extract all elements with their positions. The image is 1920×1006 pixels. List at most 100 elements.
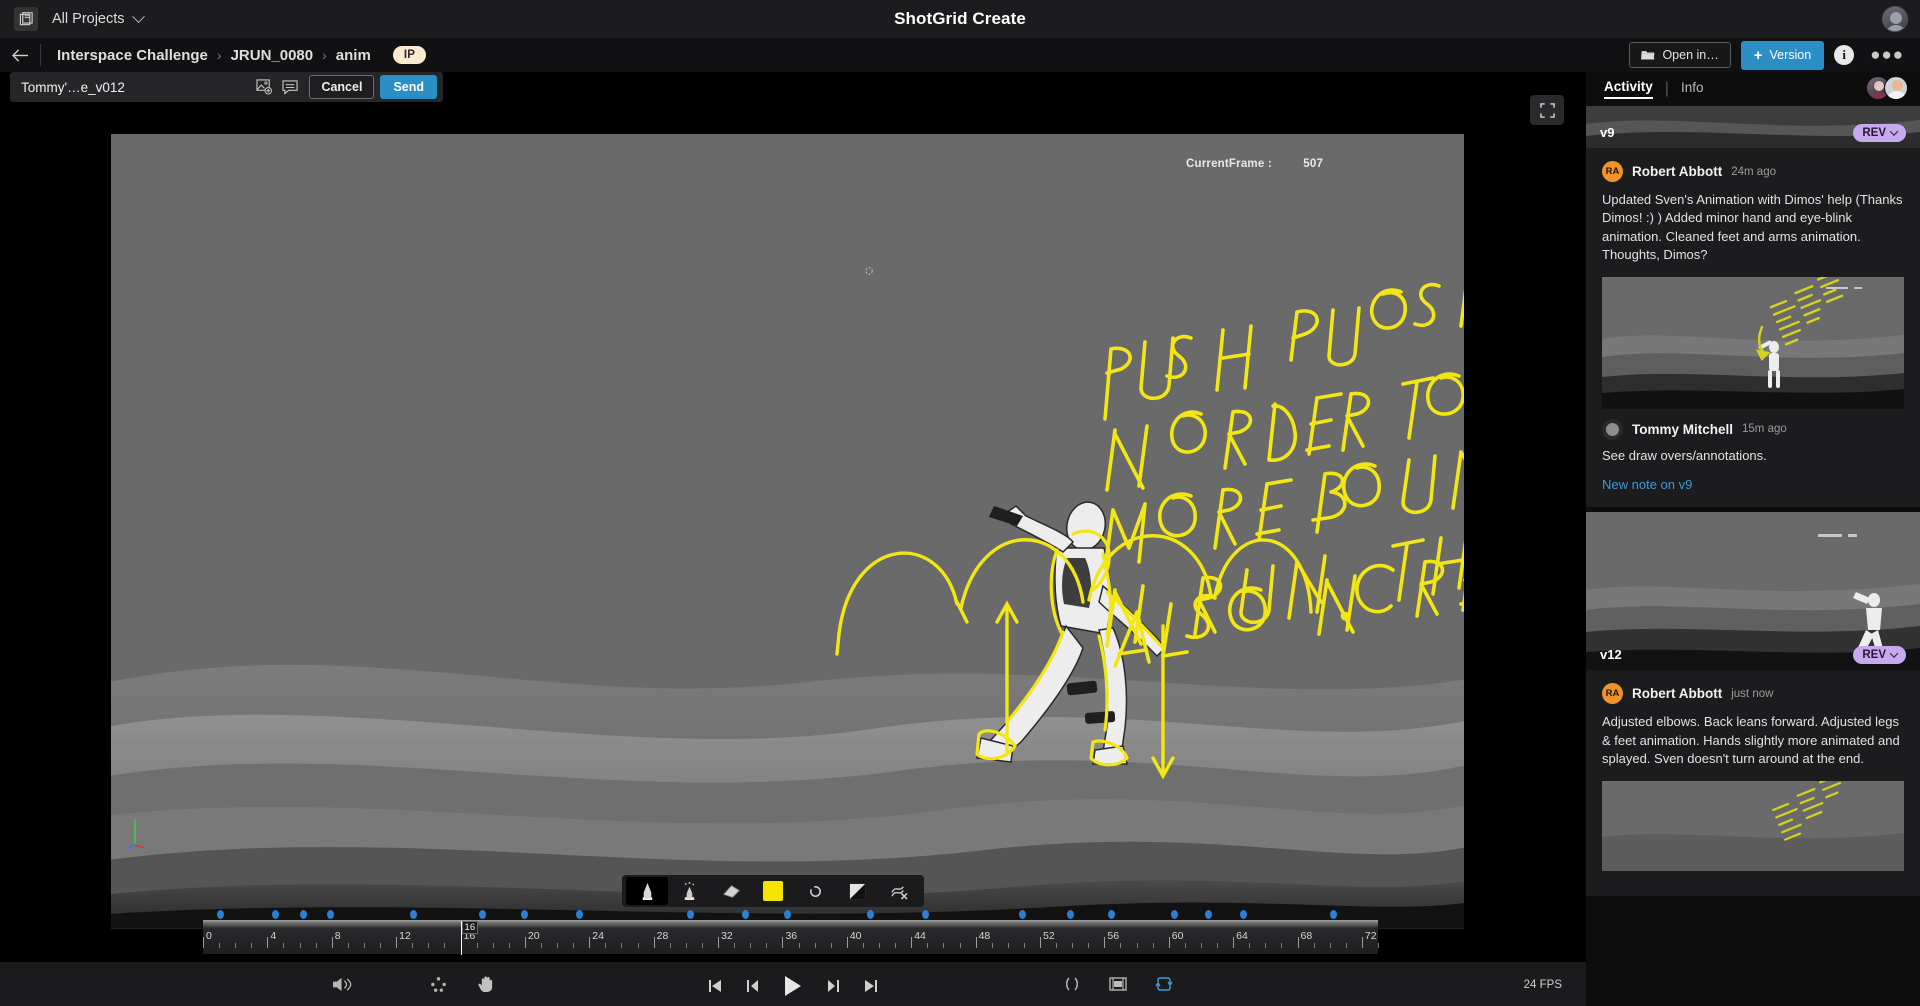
pen-tool[interactable] <box>626 877 668 905</box>
avatar[interactable] <box>1602 419 1623 440</box>
keyframe-marker[interactable] <box>1019 910 1026 919</box>
all-projects-label: All Projects <box>52 11 125 27</box>
airbrush-tool[interactable] <box>668 877 710 905</box>
keyframe-marker[interactable] <box>922 910 929 919</box>
timeline[interactable]: 04812162024283236404448525660646872 16 <box>203 908 1378 954</box>
avatar[interactable] <box>1884 76 1908 100</box>
ruler-tick-minor <box>1265 943 1266 948</box>
keyframe-marker[interactable] <box>272 910 279 919</box>
frame-fit-button[interactable] <box>1106 972 1130 996</box>
app-title: ShotGrid Create <box>0 9 1920 29</box>
back-arrow-icon <box>11 48 30 63</box>
ruler-tick-minor <box>364 943 365 948</box>
pan-button[interactable] <box>474 972 498 996</box>
open-in-button[interactable]: Open in… <box>1629 42 1730 68</box>
keyframe-track[interactable] <box>203 908 1378 920</box>
step-back-button[interactable] <box>741 974 765 998</box>
ruler-tick-minor <box>815 943 816 948</box>
keyframe-marker[interactable] <box>300 910 307 919</box>
keyframe-marker[interactable] <box>784 910 791 919</box>
points-button[interactable] <box>426 972 450 996</box>
frame-ruler[interactable]: 04812162024283236404448525660646872 16 <box>203 920 1378 954</box>
note-author[interactable]: Tommy Mitchell <box>1632 422 1733 437</box>
top-bar: All Projects ShotGrid Create <box>0 0 1920 38</box>
note-reply-header: Tommy Mitchell 15m ago <box>1602 419 1904 440</box>
play-icon <box>783 975 803 997</box>
clear-annotations-tool[interactable] <box>878 877 920 905</box>
keyframe-marker[interactable] <box>1240 910 1247 919</box>
more-options-icon[interactable]: ●●● <box>1864 45 1910 65</box>
comment-icon[interactable] <box>277 76 303 98</box>
all-projects-menu[interactable]: All Projects <box>52 11 143 27</box>
keyframe-marker[interactable] <box>576 910 583 919</box>
playback-canvas[interactable]: CurrentFrame : 507 <box>111 134 1464 929</box>
note-attachment-thumbnail[interactable] <box>1602 781 1904 871</box>
skip-to-start-button[interactable] <box>703 974 727 998</box>
projects-glyph <box>19 12 34 27</box>
add-version-button[interactable]: + Version <box>1741 41 1824 70</box>
opacity-tool[interactable] <box>836 877 878 905</box>
keyframe-marker[interactable] <box>867 910 874 919</box>
ruler-tick-minor <box>235 943 236 948</box>
avatar[interactable]: RA <box>1602 683 1623 704</box>
ruler-tick-minor <box>638 943 639 948</box>
keyframe-marker[interactable] <box>327 910 334 919</box>
add-image-icon[interactable] <box>251 76 277 98</box>
note-text: Updated Sven's Animation with Dimos' hel… <box>1602 191 1904 265</box>
note-input[interactable] <box>10 80 251 95</box>
version-thumbnail[interactable]: v9 REV <box>1586 106 1920 148</box>
keyframe-marker[interactable] <box>687 910 694 919</box>
ruler-tick-minor <box>412 943 413 948</box>
color-swatch[interactable] <box>752 877 794 905</box>
activity-card: v9 REV RA Robert Abbott 24m ago Updated … <box>1586 106 1920 507</box>
note-author[interactable]: Robert Abbott <box>1632 164 1722 179</box>
breadcrumb-item-shot[interactable]: JRUN_0080 <box>231 47 314 64</box>
breadcrumb-item-project[interactable]: Interspace Challenge <box>57 47 208 64</box>
status-badge[interactable]: IP <box>393 46 426 64</box>
ruler-tick-minor <box>1185 943 1186 948</box>
eraser-tool[interactable] <box>710 877 752 905</box>
ruler-tick-label: 52 <box>1043 930 1055 942</box>
keyframe-marker[interactable] <box>1330 910 1337 919</box>
tab-info[interactable]: Info <box>1681 80 1704 98</box>
keyframe-marker[interactable] <box>1205 910 1212 919</box>
volume-button[interactable] <box>330 972 354 996</box>
keyframe-marker[interactable] <box>479 910 486 919</box>
new-note-link[interactable]: New note on v9 <box>1602 477 1904 492</box>
back-button[interactable] <box>0 48 40 63</box>
note-composer: Cancel Send <box>10 72 443 102</box>
info-icon[interactable]: i <box>1834 45 1854 65</box>
avatar[interactable]: RA <box>1602 161 1623 182</box>
version-thumbnail[interactable]: v12 REV <box>1586 512 1920 670</box>
playhead[interactable]: 16 <box>461 921 463 955</box>
tab-activity[interactable]: Activity <box>1604 79 1653 99</box>
play-button[interactable] <box>779 972 807 1000</box>
ruler-tick-major <box>654 937 655 948</box>
note-attachment-thumbnail[interactable] <box>1602 277 1904 409</box>
keyframe-marker[interactable] <box>217 910 224 919</box>
avatar[interactable] <box>1882 6 1908 32</box>
keyframe-marker[interactable] <box>1171 910 1178 919</box>
status-badge[interactable]: REV <box>1853 124 1906 142</box>
keyframe-marker[interactable] <box>1067 910 1074 919</box>
breadcrumb-item-task[interactable]: anim <box>336 47 371 64</box>
current-frame-readout: CurrentFrame : 507 <box>1186 158 1323 170</box>
loop-button[interactable] <box>1152 972 1176 996</box>
projects-icon[interactable] <box>14 7 38 31</box>
transport-bar: 24 FPS <box>0 962 1586 1006</box>
keyframe-marker[interactable] <box>742 910 749 919</box>
ruler-tick-minor <box>1330 943 1331 948</box>
in-out-range-button[interactable] <box>1060 972 1084 996</box>
cancel-button[interactable]: Cancel <box>309 75 374 99</box>
note-author[interactable]: Robert Abbott <box>1632 686 1722 701</box>
skip-to-end-button[interactable] <box>859 974 883 998</box>
keyframe-marker[interactable] <box>410 910 417 919</box>
ruler-tick-label: 24 <box>592 930 604 942</box>
step-forward-button[interactable] <box>821 974 845 998</box>
expand-icon[interactable] <box>1530 95 1564 125</box>
status-badge[interactable]: REV <box>1853 646 1906 664</box>
brush-size-tool[interactable] <box>794 877 836 905</box>
send-button[interactable]: Send <box>380 75 437 99</box>
keyframe-marker[interactable] <box>521 910 528 919</box>
keyframe-marker[interactable] <box>1108 910 1115 919</box>
